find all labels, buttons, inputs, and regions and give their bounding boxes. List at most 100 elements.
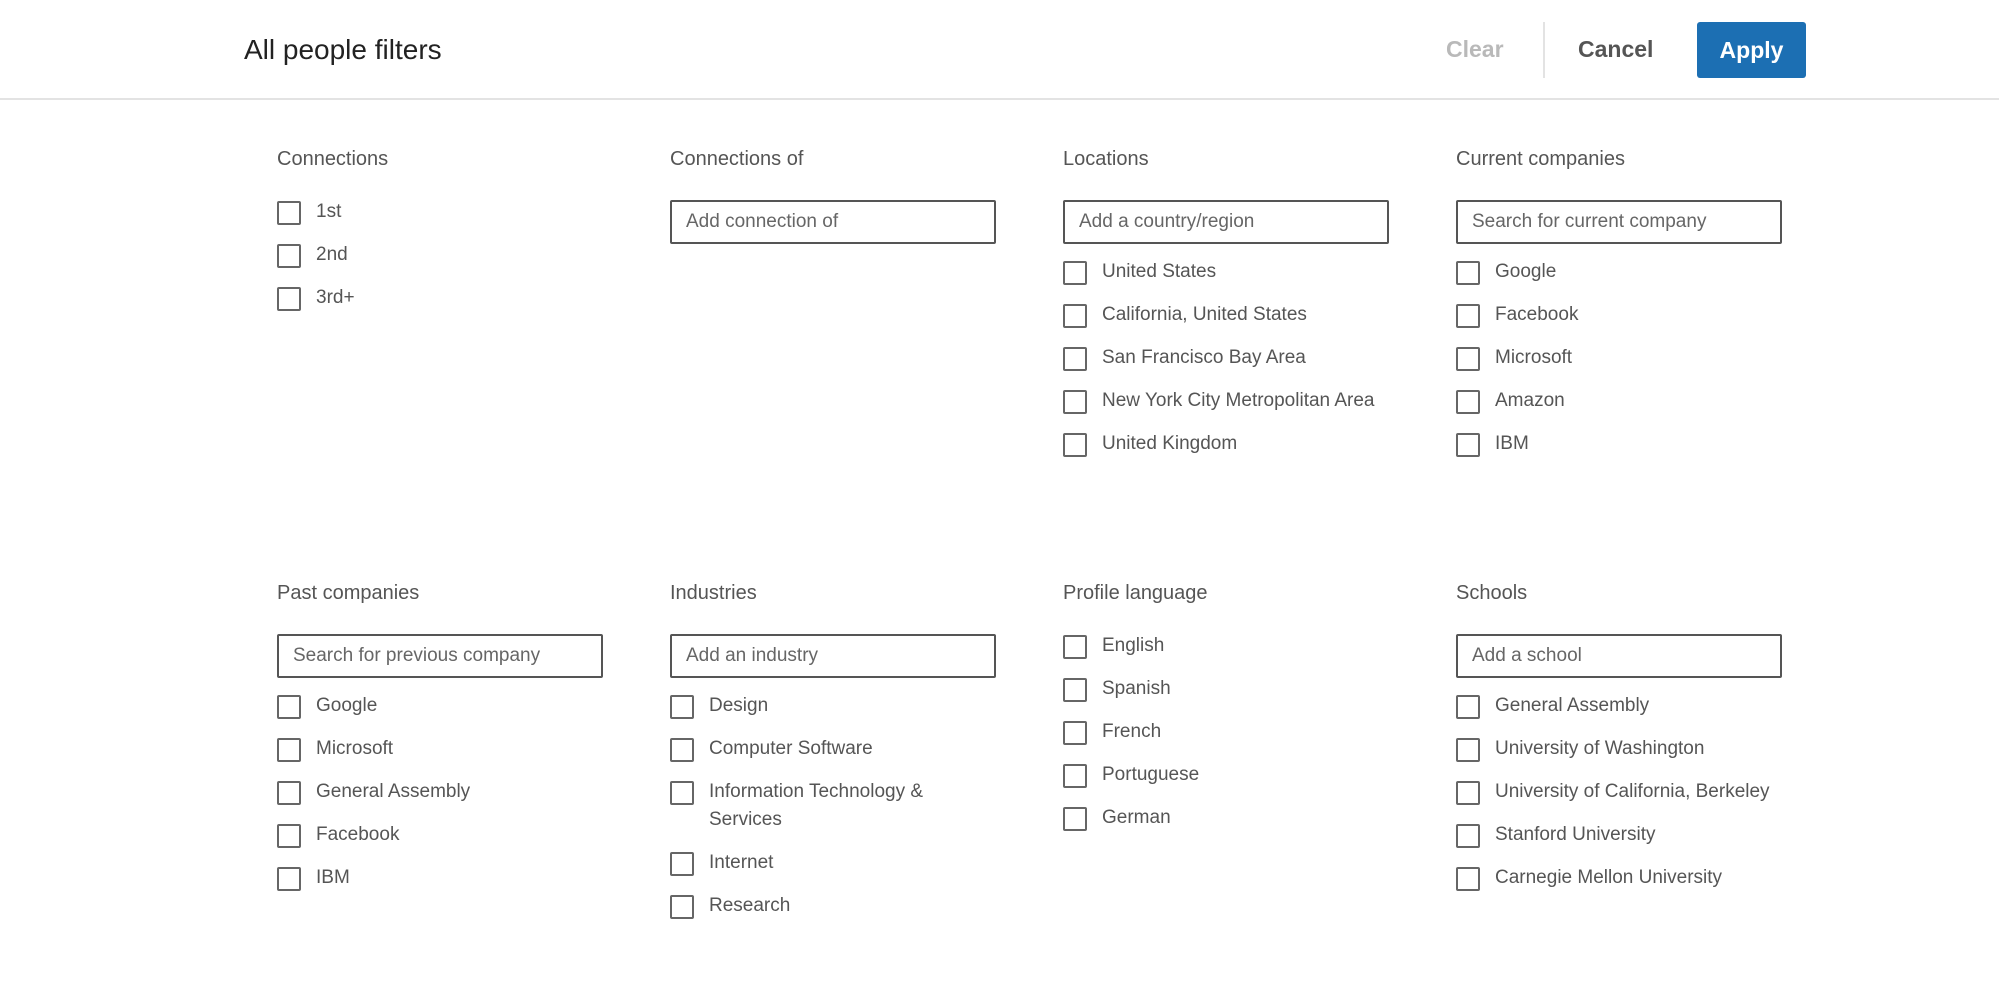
checkbox[interactable] (277, 824, 301, 848)
checkbox-option[interactable]: Internet (670, 851, 1000, 877)
checkbox[interactable] (277, 781, 301, 805)
clear-button[interactable]: Clear (1446, 36, 1504, 63)
checkbox[interactable] (1063, 304, 1087, 328)
section-title: Profile language (1063, 582, 1208, 604)
option-label: Facebook (316, 824, 400, 845)
option-list: Design Computer Software Information Tec… (670, 694, 1000, 920)
option-label: California, United States (1102, 304, 1307, 325)
checkbox-option[interactable]: San Francisco Bay Area (1063, 346, 1393, 372)
checkbox-option[interactable]: 1st (277, 200, 607, 226)
checkbox[interactable] (277, 201, 301, 225)
checkbox[interactable] (1063, 347, 1087, 371)
checkbox[interactable] (277, 244, 301, 268)
option-label: 1st (316, 201, 342, 222)
checkbox-option[interactable]: Google (1456, 260, 1786, 286)
checkbox[interactable] (1456, 824, 1480, 848)
checkbox-option[interactable]: New York City Metropolitan Area (1063, 389, 1393, 415)
option-label: New York City Metropolitan Area (1102, 390, 1375, 411)
checkbox[interactable] (1063, 721, 1087, 745)
school-input[interactable]: Add a school (1456, 634, 1782, 678)
checkbox[interactable] (277, 695, 301, 719)
option-label: Design (709, 695, 769, 716)
cancel-button[interactable]: Cancel (1578, 36, 1653, 63)
checkbox[interactable] (1456, 695, 1480, 719)
checkbox-option[interactable]: Carnegie Mellon University (1456, 866, 1786, 892)
checkbox[interactable] (1456, 304, 1480, 328)
checkbox[interactable] (1063, 261, 1087, 285)
checkbox-option[interactable]: Spanish (1063, 677, 1393, 703)
past-company-input[interactable]: Search for previous company (277, 634, 603, 678)
apply-button[interactable]: Apply (1697, 22, 1806, 78)
checkbox[interactable] (1063, 390, 1087, 414)
checkbox-option[interactable]: Information Technology & Services (670, 780, 1000, 834)
option-label: Computer Software (709, 738, 873, 759)
section-past-companies: Past companies Search for previous compa… (277, 582, 607, 909)
location-input[interactable]: Add a country/region (1063, 200, 1389, 244)
checkbox-option[interactable]: Google (277, 694, 607, 720)
section-title: Locations (1063, 148, 1149, 170)
section-title: Past companies (277, 582, 420, 604)
checkbox[interactable] (1456, 261, 1480, 285)
option-label: Portuguese (1102, 764, 1200, 785)
checkbox-option[interactable]: Facebook (277, 823, 607, 849)
checkbox-option[interactable]: IBM (277, 866, 607, 892)
option-label: Research (709, 895, 791, 916)
section-connections: Connections 1st 2nd 3rd+ (277, 148, 607, 329)
checkbox-option[interactable]: French (1063, 720, 1393, 746)
checkbox[interactable] (277, 867, 301, 891)
checkbox-option[interactable]: Microsoft (277, 737, 607, 763)
option-label: United States (1102, 261, 1217, 282)
checkbox[interactable] (670, 781, 694, 805)
checkbox[interactable] (277, 287, 301, 311)
checkbox[interactable] (1456, 347, 1480, 371)
checkbox-option[interactable]: Facebook (1456, 303, 1786, 329)
checkbox[interactable] (1063, 807, 1087, 831)
option-label: German (1102, 807, 1171, 828)
checkbox-option[interactable]: United States (1063, 260, 1393, 286)
option-label: Information Technology & Services (709, 781, 924, 830)
checkbox[interactable] (1456, 738, 1480, 762)
checkbox-option[interactable]: IBM (1456, 432, 1786, 458)
checkbox-option[interactable]: Design (670, 694, 1000, 720)
checkbox[interactable] (670, 738, 694, 762)
checkbox[interactable] (1456, 433, 1480, 457)
checkbox-option[interactable]: Amazon (1456, 389, 1786, 415)
checkbox-option[interactable]: General Assembly (277, 780, 607, 806)
checkbox-option[interactable]: Stanford University (1456, 823, 1786, 849)
current-company-input[interactable]: Search for current company (1456, 200, 1782, 244)
option-label: English (1102, 635, 1165, 656)
checkbox-option[interactable]: University of Washington (1456, 737, 1786, 763)
checkbox-option[interactable]: University of California, Berkeley (1456, 780, 1786, 806)
checkbox[interactable] (1456, 781, 1480, 805)
checkbox-option[interactable]: 2nd (277, 243, 607, 269)
option-list: Google Microsoft General Assembly Facebo… (277, 694, 607, 892)
checkbox-option[interactable]: English (1063, 634, 1393, 660)
checkbox[interactable] (670, 695, 694, 719)
checkbox[interactable] (1063, 433, 1087, 457)
checkbox-option[interactable]: Portuguese (1063, 763, 1393, 789)
checkbox[interactable] (277, 738, 301, 762)
checkbox[interactable] (1063, 635, 1087, 659)
section-schools: Schools Add a school General Assembly Un… (1456, 582, 1786, 909)
checkbox-option[interactable]: General Assembly (1456, 694, 1786, 720)
checkbox-option[interactable]: Microsoft (1456, 346, 1786, 372)
checkbox[interactable] (670, 852, 694, 876)
checkbox[interactable] (1456, 867, 1480, 891)
checkbox-option[interactable]: German (1063, 806, 1393, 832)
industry-input[interactable]: Add an industry (670, 634, 996, 678)
option-label: General Assembly (316, 781, 471, 802)
connections-of-input[interactable]: Add connection of (670, 200, 996, 244)
checkbox[interactable] (670, 895, 694, 919)
checkbox-option[interactable]: Computer Software (670, 737, 1000, 763)
checkbox[interactable] (1456, 390, 1480, 414)
checkbox-option[interactable]: Research (670, 894, 1000, 920)
option-list: United States California, United States … (1063, 260, 1393, 458)
checkbox[interactable] (1063, 764, 1087, 788)
checkbox-option[interactable]: 3rd+ (277, 286, 607, 312)
checkbox[interactable] (1063, 678, 1087, 702)
section-title: Industries (670, 582, 757, 604)
checkbox-option[interactable]: United Kingdom (1063, 432, 1393, 458)
checkbox-option[interactable]: California, United States (1063, 303, 1393, 329)
option-label: Microsoft (316, 738, 394, 759)
section-title: Connections (277, 148, 389, 170)
